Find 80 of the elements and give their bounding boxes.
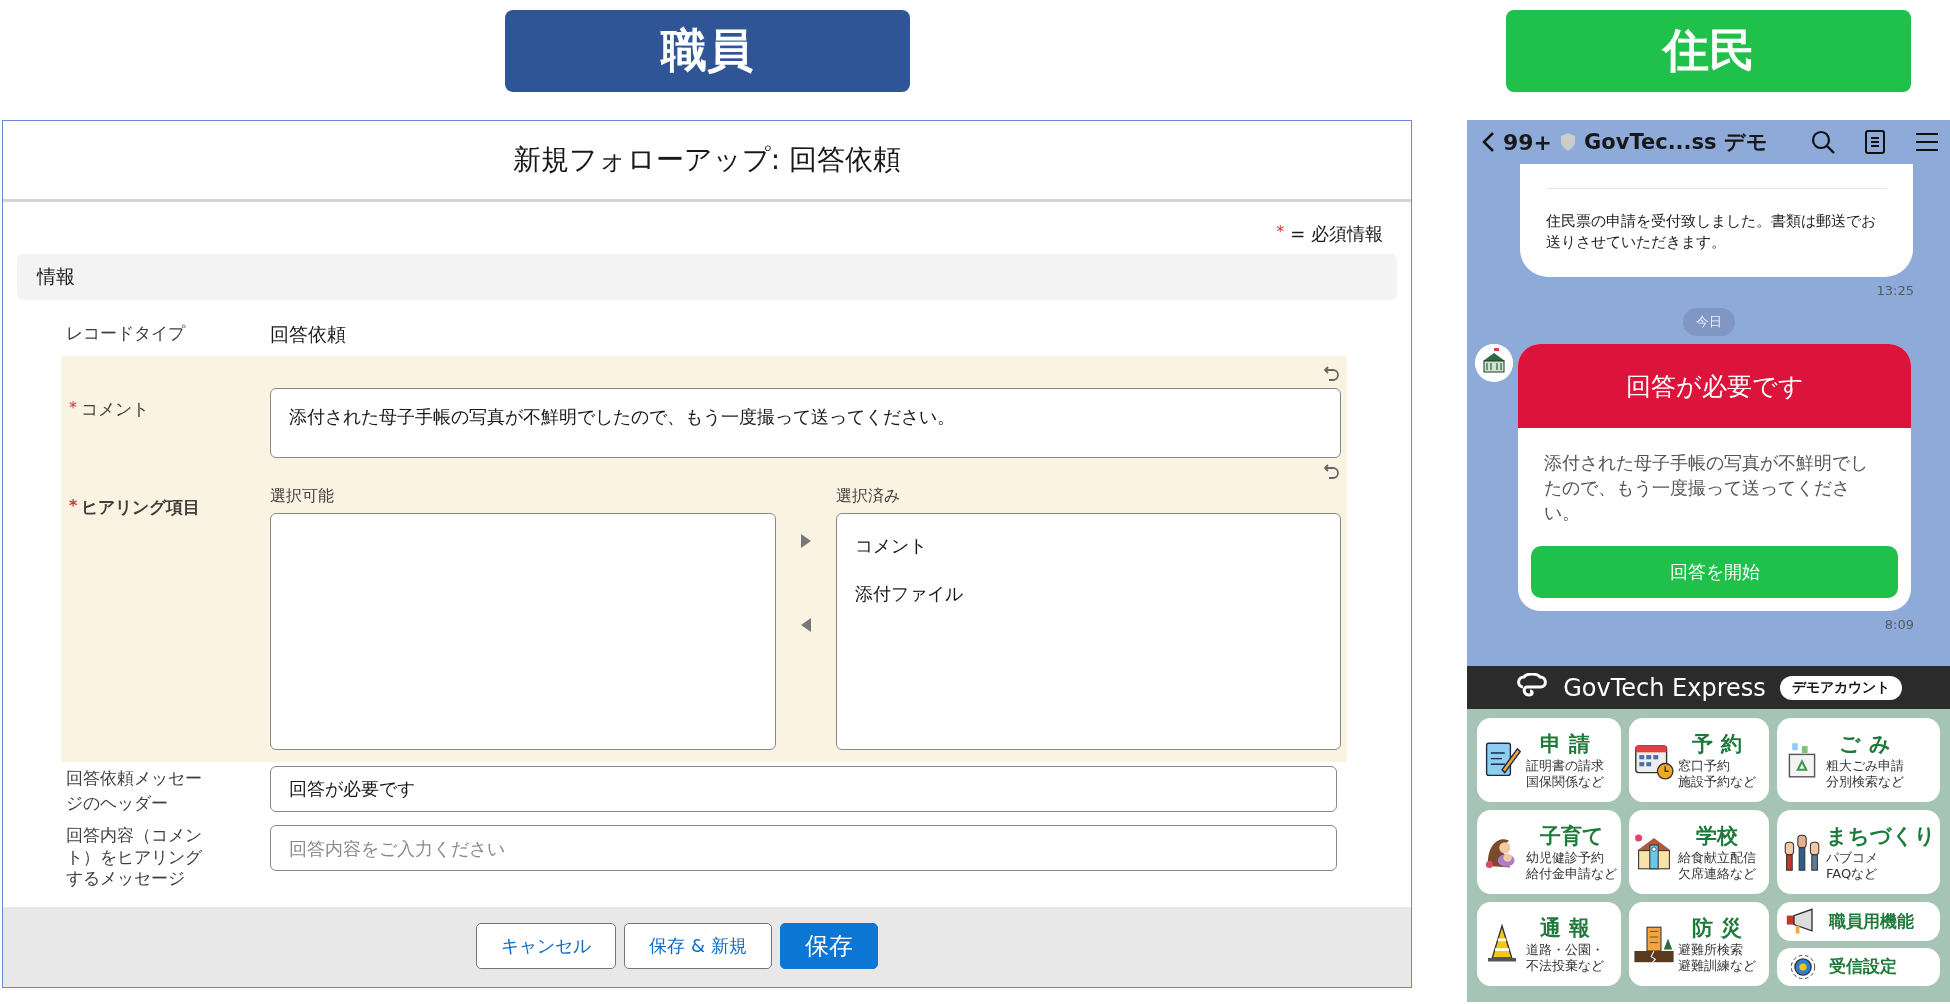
section-title: 情報 bbox=[37, 264, 75, 289]
tile-caption: 分別検索など bbox=[1826, 774, 1904, 791]
tile-title: 申 請 bbox=[1540, 730, 1590, 758]
date-chip: 今日 bbox=[1682, 308, 1735, 336]
card-text: 添付された母子手帳の写真が不鮮明でしたので、もう一度撮って送ってください。 bbox=[1543, 451, 1869, 526]
tile-title: 学校 bbox=[1696, 822, 1738, 850]
tile-caption: 証明書の請求 bbox=[1526, 757, 1604, 774]
tile-caption: 粗大ごみ申請 bbox=[1826, 757, 1904, 774]
audience-label: 職員 bbox=[504, 10, 910, 92]
selected-listbox[interactable]: コメント 添付ファイル bbox=[835, 513, 1341, 750]
brand-name: GovTech Express bbox=[1563, 673, 1766, 702]
menu-tile[interactable]: 学校 給食献立配信 欠席連絡など bbox=[1629, 810, 1769, 894]
footer-button[interactable]: キャンセル bbox=[476, 923, 617, 969]
card-title: 回答が必要です bbox=[1625, 370, 1804, 403]
tile-caption: 幼児健診予約 bbox=[1526, 849, 1604, 866]
menu-tile[interactable]: 受信設定 bbox=[1777, 947, 1940, 986]
tile-title: 職員用機能 bbox=[1829, 909, 1914, 933]
audience-label: 住民 bbox=[1506, 10, 1911, 92]
unread-count: 99+ bbox=[1503, 129, 1553, 155]
tile-caption: 不法投棄など bbox=[1526, 958, 1604, 975]
move-right-icon[interactable] bbox=[800, 534, 811, 548]
menu-tile[interactable]: まちづくり パブコメ FAQなど bbox=[1777, 810, 1940, 894]
tile-caption: 避難所検索 bbox=[1678, 941, 1743, 958]
notes-icon[interactable] bbox=[1862, 129, 1888, 155]
tile-caption: パブコメ bbox=[1826, 849, 1878, 866]
demo-badge: デモアカウント bbox=[1779, 675, 1902, 700]
list-label: 選択可能 bbox=[270, 486, 335, 507]
menu-tile[interactable]: 防 災 避難所検索 避難訓練など bbox=[1629, 902, 1769, 986]
required-note: = 必須情報 bbox=[1290, 222, 1383, 246]
menu-tile[interactable]: 予 約 窓口予約 施設予約など bbox=[1629, 718, 1769, 802]
message-input[interactable]: 回答内容をご入力ください bbox=[270, 825, 1337, 872]
tile-caption: 給付金申請など bbox=[1526, 866, 1617, 883]
tile-title: 子育て bbox=[1539, 822, 1604, 850]
move-left-icon[interactable] bbox=[800, 618, 811, 632]
back-icon[interactable] bbox=[1481, 131, 1495, 153]
footer-button[interactable]: 保存 & 新規 bbox=[624, 923, 772, 969]
message-text: 住民票の申請を受付致しました。書類は郵送でお送りさせていただきます。 bbox=[1546, 211, 1877, 253]
search-icon[interactable] bbox=[1810, 129, 1836, 155]
tile-title: まちづくり bbox=[1826, 822, 1936, 850]
field-label: 回答内容（コメント）をヒアリングするメッセージ bbox=[66, 825, 203, 890]
comment-textarea[interactable]: 添付された母子手帳の写真が不鮮明でしたので、もう一度撮って送ってください。 bbox=[270, 388, 1341, 458]
tile-title: 受信設定 bbox=[1829, 955, 1897, 979]
menu-tile[interactable]: 通 報 道路・公園・ 不法投棄など bbox=[1477, 902, 1621, 986]
chat-title: GovTec...ss デモ bbox=[1584, 129, 1769, 156]
tile-title: 予 約 bbox=[1692, 730, 1742, 758]
field-value: 回答依頼 bbox=[270, 322, 346, 347]
tile-title: ご み bbox=[1839, 730, 1891, 758]
tile-caption: 道路・公園・ bbox=[1526, 941, 1604, 958]
undo-icon[interactable] bbox=[1323, 462, 1341, 480]
required-mark: * bbox=[69, 398, 77, 419]
tile-caption: 避難訓練など bbox=[1678, 958, 1756, 975]
required-mark: * bbox=[69, 496, 78, 517]
tile-caption: FAQなど bbox=[1826, 866, 1878, 883]
list-option[interactable]: 添付ファイル bbox=[854, 576, 1322, 624]
tile-caption: 国保関係など bbox=[1526, 774, 1604, 791]
tile-caption: 給食献立配信 bbox=[1678, 849, 1756, 866]
tile-caption: 欠席連絡など bbox=[1678, 866, 1756, 883]
message-time: 8:09 bbox=[1884, 615, 1914, 634]
undo-icon[interactable] bbox=[1323, 364, 1341, 382]
menu-tile[interactable]: ご み 粗大ごみ申請 分別検索など bbox=[1777, 718, 1940, 802]
city-hall-avatar-icon bbox=[1475, 344, 1513, 382]
tile-caption: 施設予約など bbox=[1678, 774, 1756, 791]
form-title: 新規フォローアップ: 回答依頼 bbox=[512, 142, 902, 178]
shield-icon bbox=[1560, 132, 1577, 152]
menu-tile[interactable]: 申 請 証明書の請求 国保関係など bbox=[1477, 718, 1621, 802]
field-label: ヒアリング項目 bbox=[81, 496, 201, 519]
list-label: 選択済み bbox=[835, 486, 901, 507]
field-label: コメント bbox=[81, 398, 149, 421]
menu-tile[interactable]: 職員用機能 bbox=[1777, 902, 1940, 941]
message-time: 13:25 bbox=[1876, 282, 1914, 300]
list-option[interactable]: コメント bbox=[854, 528, 1322, 576]
tile-caption: 窓口予約 bbox=[1678, 757, 1730, 774]
field-label: 回答依頼メッセージのヘッダー bbox=[66, 767, 203, 815]
save-button[interactable]: 保存 bbox=[779, 923, 878, 969]
tile-title: 防 災 bbox=[1692, 914, 1742, 942]
menu-tile[interactable]: 子育て 幼児健診予約 給付金申請など bbox=[1477, 810, 1621, 894]
field-label: レコードタイプ bbox=[66, 322, 187, 345]
tile-title: 通 報 bbox=[1540, 914, 1590, 942]
required-mark: * bbox=[1276, 222, 1285, 243]
header-input[interactable]: 回答が必要です bbox=[270, 766, 1337, 812]
